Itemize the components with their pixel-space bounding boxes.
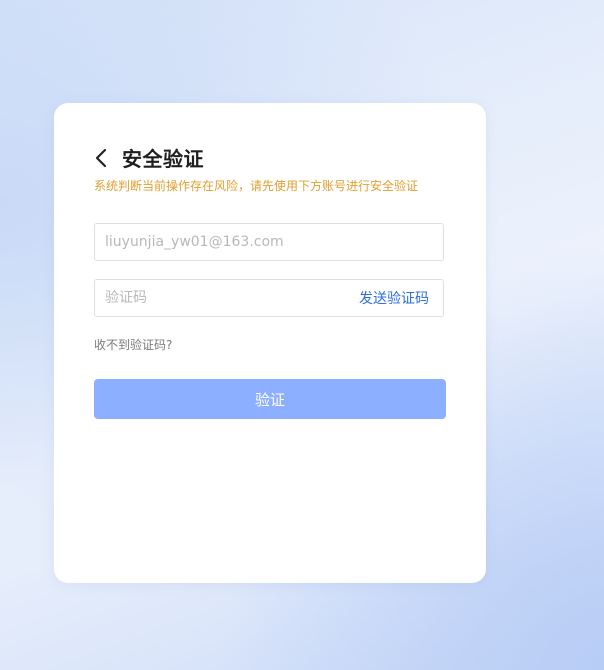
send-code-button[interactable]: 发送验证码 (359, 288, 429, 308)
verify-button[interactable]: 验证 (94, 379, 446, 419)
chevron-left-icon[interactable] (94, 145, 114, 171)
no-code-help-link[interactable]: 收不到验证码? (94, 336, 172, 353)
header: 安全验证 (94, 143, 204, 172)
verification-code-field[interactable]: 发送验证码 (94, 279, 444, 317)
account-field[interactable] (94, 223, 444, 261)
account-input[interactable] (105, 234, 433, 250)
security-verification-card: 安全验证 系统判断当前操作存在风险，请先使用下方账号进行安全验证 发送验证码 收… (54, 103, 486, 583)
risk-warning-text: 系统判断当前操作存在风险，请先使用下方账号进行安全验证 (94, 179, 419, 193)
page-title: 安全验证 (122, 147, 204, 171)
verification-code-input[interactable] (105, 290, 359, 306)
